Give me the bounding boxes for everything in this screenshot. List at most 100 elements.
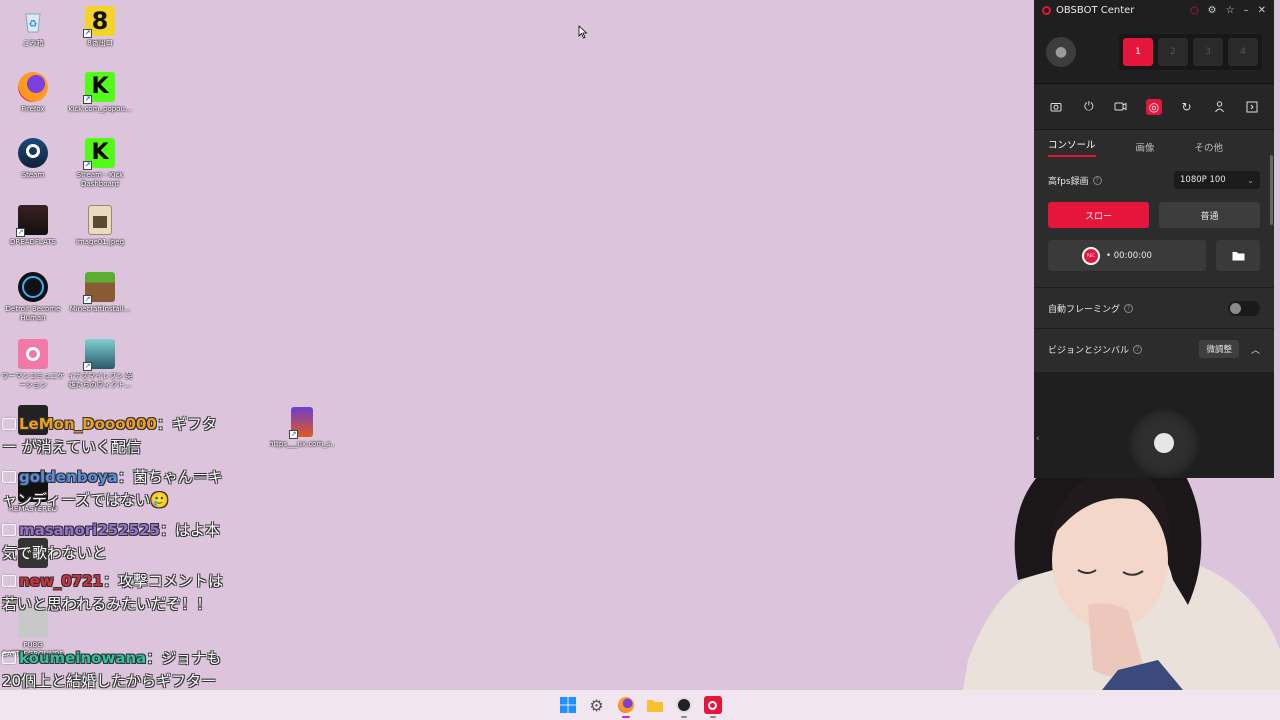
tab-bar: コンソール 画像 その他 xyxy=(1034,130,1274,164)
mouse-cursor-icon xyxy=(578,25,588,39)
chevron-left-icon[interactable]: ‹ xyxy=(1036,434,1040,444)
desktop-icon-recycle-bin[interactable]: ♻ ごみ箱 xyxy=(0,6,66,48)
auto-framing-row: 自動フレーミング ? xyxy=(1034,288,1274,328)
obs-icon[interactable] xyxy=(675,696,693,718)
settings-icon[interactable]: ⚙ xyxy=(588,696,606,715)
recycle-bin-icon: ♻ xyxy=(18,6,48,36)
obsbot-icon[interactable] xyxy=(703,696,722,718)
title-bar: OBSBOT Center ○ ⚙ ☆ – ✕ xyxy=(1034,0,1274,20)
chat-badge-icon xyxy=(2,575,16,587)
device-slot-3[interactable]: 3 xyxy=(1193,37,1223,66)
chat-username: new_0721 xyxy=(19,572,103,590)
folder-icon[interactable] xyxy=(1216,240,1260,271)
kick-icon: K ↗ xyxy=(83,138,115,170)
desktop-icon-kick[interactable]: K ↗ kick.com_popou... xyxy=(67,72,133,114)
desktop-icon-url-shortcut[interactable]: ↗ https___ux.com_s... xyxy=(269,407,335,449)
ai-tracking-icon[interactable]: ◎ xyxy=(1145,98,1162,115)
chat-badge-icon xyxy=(2,418,16,430)
desktop-icon-inazuma[interactable]: ↗ イナズマイレブン 英雄たちのヴィクト... xyxy=(67,339,133,390)
gimbal-control: ‹ xyxy=(1034,372,1274,478)
icon-label: image01.jpeg xyxy=(75,238,125,246)
camera-toolbar: ⏻ ◎ ↻ xyxy=(1034,84,1274,130)
game-icon: ↗ xyxy=(83,339,115,371)
record-button[interactable]: REC • 00:00:00 xyxy=(1048,240,1206,271)
icon-label: Steam xyxy=(21,171,45,179)
normal-button[interactable]: 普通 xyxy=(1159,202,1260,228)
desktop-icon-kick-dashboard[interactable]: K ↗ Stream - Kick Dashboard xyxy=(67,138,133,189)
active-indicator xyxy=(621,716,630,718)
file-explorer-icon[interactable] xyxy=(646,696,664,714)
vision-gimbal-row: ビジョンとジンバル ? 微調整 ︿ xyxy=(1034,329,1274,369)
windows-start-icon[interactable] xyxy=(559,696,577,714)
person-icon[interactable] xyxy=(1211,99,1227,115)
device-slots: 1 2 3 4 xyxy=(1119,33,1262,70)
scrollbar[interactable] xyxy=(1270,155,1273,225)
desktop-icon-detroit[interactable]: Detroit Become Human xyxy=(0,272,66,323)
settings-icon[interactable]: ⚙ xyxy=(1208,5,1217,16)
auto-framing-label: 自動フレーミング xyxy=(1048,304,1121,315)
camera-snapshot-icon[interactable] xyxy=(1048,99,1064,115)
icon-label: イナズマイレブン 英雄たちのヴィクト... xyxy=(67,372,133,389)
desktop-icon-dreadflats[interactable]: ↗ DREADFLATS xyxy=(0,205,66,247)
desktop-icon-steam[interactable]: Steam xyxy=(0,138,66,180)
tab-image[interactable]: 画像 xyxy=(1136,140,1155,154)
high-fps-row: 高fps録画 ? 1080P 100 ⌄ xyxy=(1034,168,1274,192)
minimize-button[interactable]: – xyxy=(1244,5,1249,16)
refresh-icon[interactable]: ↻ xyxy=(1179,99,1195,115)
kick-icon: K ↗ xyxy=(83,72,115,104)
device-slot-2[interactable]: 2 xyxy=(1158,37,1188,66)
help-icon[interactable]: ? xyxy=(1133,344,1143,354)
resolution-value: 1080P 100 xyxy=(1180,175,1226,185)
firefox-shortcut-icon: ↗ xyxy=(289,407,313,439)
record-bar: REC • 00:00:00 xyxy=(1034,240,1274,271)
record-indicator-icon[interactable]: ○ xyxy=(1190,5,1199,16)
firefox-icon[interactable] xyxy=(617,696,635,718)
firefox-icon xyxy=(18,72,48,102)
gimbal-joystick[interactable] xyxy=(1128,408,1200,478)
desktop-icon-minecraft[interactable]: ↗ MinecraftInstall... xyxy=(67,272,133,314)
image-file-icon xyxy=(88,205,112,235)
minecraft-icon: ↗ xyxy=(83,272,115,304)
desktop-icon-firefox[interactable]: Firefox xyxy=(0,72,66,114)
icon-label: Detroit Become Human xyxy=(5,305,61,322)
device-slot-1[interactable]: 1 xyxy=(1123,37,1153,66)
icon-label: ウーマンコミュニケーション xyxy=(1,372,65,389)
fine-tune-button[interactable]: 微調整 xyxy=(1199,340,1239,358)
help-icon[interactable]: ? xyxy=(1124,303,1134,313)
tab-console[interactable]: コンソール xyxy=(1048,137,1096,157)
exit8-game-icon: 8 ↗ xyxy=(83,6,115,38)
chevron-up-icon[interactable]: ︿ xyxy=(1251,343,1260,356)
help-icon[interactable]: ? xyxy=(1092,175,1102,185)
icon-label: ごみ箱 xyxy=(22,39,44,47)
panel-collapse-icon[interactable] xyxy=(1244,99,1260,115)
game-icon: ↗ xyxy=(16,205,48,237)
close-button[interactable]: ✕ xyxy=(1258,5,1266,16)
high-fps-label: 高fps録画 xyxy=(1048,176,1089,187)
auto-framing-toggle[interactable] xyxy=(1228,300,1260,316)
rec-badge: REC xyxy=(1082,246,1100,265)
device-slot-4[interactable]: 4 xyxy=(1228,37,1258,66)
pin-icon[interactable]: ☆ xyxy=(1226,5,1235,16)
desktop-icon-exit8[interactable]: 8 ↗ 8番出口 xyxy=(67,6,133,48)
steam-icon xyxy=(18,138,48,168)
chat-username: masanori252525 xyxy=(19,521,160,539)
chat-message: masanori252525：はよ本気で歌わないと xyxy=(2,519,228,565)
desktop-icon-woman-comm[interactable]: ウーマンコミュニケーション xyxy=(0,339,66,390)
chat-username: goldenboya xyxy=(19,468,118,486)
chat-message: LeMon_Dooo000：ギフター が消えていく配信 xyxy=(2,413,228,459)
taskbar: ⚙ xyxy=(0,690,1280,720)
tab-other[interactable]: その他 xyxy=(1195,140,1224,154)
joystick-knob[interactable] xyxy=(1154,433,1174,453)
chat-badge-icon xyxy=(2,652,16,664)
icon-label: 8番出口 xyxy=(87,39,113,47)
speed-buttons: スロー 普通 xyxy=(1034,202,1274,228)
resolution-select[interactable]: 1080P 100 ⌄ xyxy=(1174,171,1260,189)
power-icon[interactable]: ⏻ xyxy=(1081,99,1097,115)
video-mode-icon[interactable] xyxy=(1113,99,1129,115)
obsbot-center-window: OBSBOT Center ○ ⚙ ☆ – ✕ ● 1 2 3 4 ⏻ ◎ ↻ xyxy=(1034,0,1274,478)
avatar[interactable]: ● xyxy=(1046,36,1076,67)
running-indicator xyxy=(680,716,687,718)
slow-button[interactable]: スロー xyxy=(1048,202,1149,228)
window-title: OBSBOT Center xyxy=(1056,4,1135,16)
desktop-icon-image01[interactable]: image01.jpeg xyxy=(67,205,133,247)
